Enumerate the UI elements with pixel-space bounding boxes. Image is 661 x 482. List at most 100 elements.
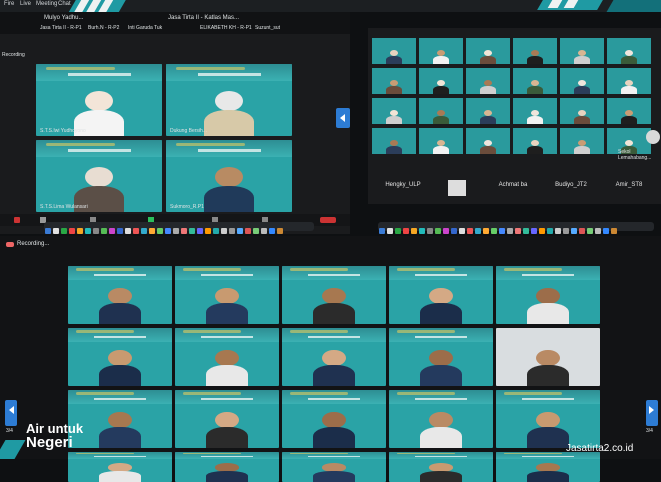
menu-item[interactable]: Meeting xyxy=(36,1,57,7)
participant-video xyxy=(420,288,462,324)
next-page-button[interactable] xyxy=(646,400,658,426)
banner xyxy=(166,140,292,158)
video-tile[interactable] xyxy=(175,328,279,386)
participant-video xyxy=(99,463,141,482)
video-tile[interactable] xyxy=(389,452,493,482)
gallery-tile[interactable] xyxy=(372,38,416,64)
chevron-right-icon[interactable] xyxy=(646,130,660,144)
avatar xyxy=(448,180,466,196)
banner xyxy=(175,390,279,404)
participant-name: Inti Garuda Tuk xyxy=(128,25,163,31)
participant-name: Achmat ba xyxy=(498,182,528,188)
participant-video xyxy=(480,79,496,94)
gallery-tile[interactable] xyxy=(466,38,510,64)
participant-name: Burh.N - R-P2 xyxy=(88,25,120,31)
banner xyxy=(389,328,493,342)
gallery-tile[interactable] xyxy=(466,68,510,94)
banner xyxy=(389,452,493,460)
participant-name: Hengky_ULP xyxy=(385,182,421,188)
participant-video xyxy=(574,109,590,124)
video-tile[interactable] xyxy=(282,390,386,448)
gallery-tile[interactable] xyxy=(607,68,651,94)
video-tile[interactable] xyxy=(175,390,279,448)
video-tile[interactable] xyxy=(68,452,172,482)
gallery-tile[interactable] xyxy=(560,98,604,124)
participant-name: Budiyo_JT2 xyxy=(555,182,587,188)
video-tile[interactable] xyxy=(496,452,600,482)
gallery-tile[interactable] xyxy=(560,38,604,64)
participant-name: Mulyo Yadhu... xyxy=(44,15,84,21)
participant-video xyxy=(433,139,449,154)
app-dock xyxy=(44,222,314,234)
mic-icon[interactable] xyxy=(14,217,20,223)
watermark-site: Jasatirta2.co.id xyxy=(566,443,634,454)
gallery-tile[interactable] xyxy=(372,98,416,124)
video-tile[interactable] xyxy=(496,266,600,324)
banner xyxy=(175,328,279,342)
participant-video xyxy=(206,288,248,324)
menu-item[interactable]: Live xyxy=(20,1,31,7)
gallery-tile[interactable] xyxy=(466,98,510,124)
participant-name: Amir_ST8 xyxy=(615,182,643,188)
banner xyxy=(68,390,172,404)
gallery-tile[interactable] xyxy=(419,68,463,94)
video-tile[interactable] xyxy=(389,390,493,448)
participant-video xyxy=(386,79,402,94)
gallery-tile[interactable] xyxy=(560,68,604,94)
watermark-logo: Air untuk Negeri xyxy=(26,422,83,451)
menu-item[interactable]: Fire xyxy=(4,1,14,7)
video-tile[interactable] xyxy=(389,328,493,386)
participant-video xyxy=(313,463,355,482)
video-tile[interactable] xyxy=(282,328,386,386)
video-tile[interactable] xyxy=(68,266,172,324)
video-tile[interactable]: S.T.S.Iwi Yudhoyono xyxy=(36,64,162,136)
end-button[interactable] xyxy=(320,217,336,223)
video-tile[interactable] xyxy=(282,266,386,324)
gallery-tile[interactable] xyxy=(513,38,557,64)
watermark-line: Negeri xyxy=(26,434,73,451)
gallery-tile[interactable] xyxy=(513,98,557,124)
gallery-tile[interactable] xyxy=(419,98,463,124)
video-tile[interactable]: S.T.S.Lima Wulansari xyxy=(36,140,162,212)
banner xyxy=(496,266,600,280)
video-tile[interactable] xyxy=(282,452,386,482)
participant-video xyxy=(527,109,543,124)
gallery-tile[interactable] xyxy=(419,38,463,64)
gallery-tile[interactable] xyxy=(419,128,463,154)
gallery-tile[interactable] xyxy=(466,128,510,154)
banner xyxy=(175,452,279,460)
video-tile[interactable] xyxy=(389,266,493,324)
prev-page-button[interactable] xyxy=(5,400,17,426)
next-page-button[interactable] xyxy=(336,108,350,128)
gallery-tile[interactable] xyxy=(513,128,557,154)
gallery-tile[interactable] xyxy=(607,38,651,64)
gallery-tile[interactable] xyxy=(607,98,651,124)
gallery-tile[interactable] xyxy=(372,128,416,154)
banner xyxy=(389,390,493,404)
participant-video xyxy=(313,288,355,324)
video-tile[interactable] xyxy=(496,328,600,386)
video-tile[interactable]: Sukmoro_R.P1 xyxy=(166,140,292,212)
video-tile[interactable]: Dukung Bersih... xyxy=(166,64,292,136)
cloud-record-icon xyxy=(6,242,14,247)
participant-video xyxy=(527,79,543,94)
gallery-tile[interactable] xyxy=(560,128,604,154)
video-tile[interactable] xyxy=(496,390,600,448)
brand-stripe xyxy=(606,0,661,12)
gallery-tile[interactable] xyxy=(513,68,557,94)
participant-video xyxy=(206,412,248,448)
participant-video xyxy=(527,350,569,386)
banner xyxy=(282,328,386,342)
gallery-tile[interactable] xyxy=(372,68,416,94)
video-tile[interactable] xyxy=(175,452,279,482)
participant-video xyxy=(386,49,402,64)
participant-name: Suzunt_sut xyxy=(255,25,281,31)
participant-video xyxy=(206,463,248,482)
tile-caption: Dukung Bersih... xyxy=(170,128,207,134)
menu-item[interactable]: Chat xyxy=(58,1,71,7)
video-tile[interactable] xyxy=(68,328,172,386)
video-tile[interactable] xyxy=(68,390,172,448)
participant-video xyxy=(527,288,569,324)
video-tile[interactable] xyxy=(175,266,279,324)
participant-strip: Mulyo Yadhu... Jasa Tirta II - R-P1 Burh… xyxy=(0,12,350,34)
